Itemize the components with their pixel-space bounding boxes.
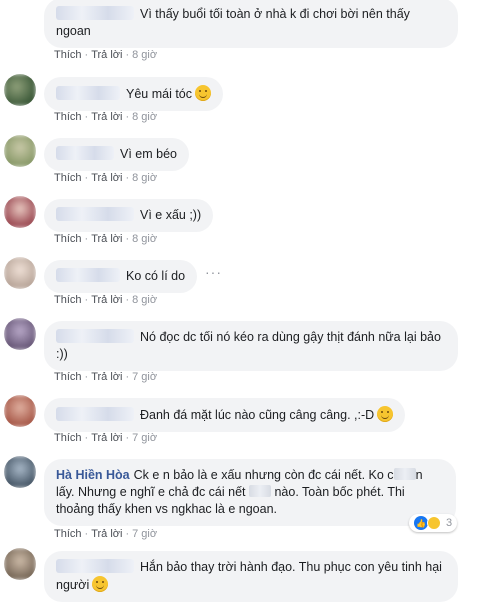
like-link[interactable]: Thích <box>54 111 82 123</box>
avatar[interactable] <box>4 548 36 580</box>
reply-link[interactable]: Trả lời <box>91 233 122 245</box>
avatar[interactable] <box>4 318 36 350</box>
redacted-word <box>249 485 271 497</box>
like-link[interactable]: Thích <box>54 49 82 61</box>
like-link[interactable]: Thích <box>54 432 82 444</box>
timestamp[interactable]: 8 giờ <box>132 294 157 306</box>
comment-bubble: Vì e xấu ;)) <box>44 199 214 232</box>
comment-actions: Thích · Trả lời · 8 giờ <box>54 49 158 61</box>
reply-link[interactable]: Trả lời <box>91 371 122 383</box>
reply-link[interactable]: Trả lời <box>91 294 122 306</box>
avatar[interactable] <box>4 196 36 228</box>
reply-link[interactable]: Trả lời <box>91 49 122 61</box>
timestamp[interactable]: 7 giờ <box>132 432 157 444</box>
timestamp[interactable]: 8 giờ <box>132 111 157 123</box>
timestamp[interactable]: 7 giờ <box>132 371 157 383</box>
comment-bubble: Ko có lí do <box>44 260 198 293</box>
comment-text: Vì em béo <box>120 147 177 161</box>
reply-link[interactable]: Trả lời <box>91 528 122 540</box>
author-name-blurred[interactable] <box>56 86 120 100</box>
timestamp[interactable]: 8 giờ <box>132 172 157 184</box>
avatar[interactable] <box>4 74 36 106</box>
author-name-blurred[interactable] <box>56 407 134 421</box>
comment-actions: Thích · Trả lời · 7 giờ <box>54 528 158 540</box>
comment-text: Vì e xấu ;)) <box>140 208 202 222</box>
comment-bubble: Nó đọc dc tối nó kéo ra dùng gậy thịt đá… <box>44 321 458 371</box>
comment-bubble: Hà Hiền Hòa Ck e n bảo là e xấu nhưng còn… <box>44 459 456 526</box>
comment-bubble: Vì thấy buổi tối toàn ở nhà k đi chơi bờ… <box>44 0 458 48</box>
redacted-word <box>393 468 416 480</box>
comment-bubble: Hắn bảo thay trời hành đạo. Thu phục con… <box>44 551 458 602</box>
comment-actions: Thích · Trả lời · 8 giờ <box>54 294 158 306</box>
like-link[interactable]: Thích <box>54 294 82 306</box>
comment-actions: Thích · Trả lời · 8 giờ <box>54 111 158 123</box>
comment-text: Đanh đá mặt lúc nào cũng câng câng. ,:-D <box>140 408 375 422</box>
haha-reaction-icon <box>427 516 441 530</box>
like-reaction-icon: 👍 <box>414 516 428 530</box>
comment-text: Ko có lí do <box>126 269 186 283</box>
reaction-count: 3 <box>446 517 453 529</box>
author-name-blurred[interactable] <box>56 559 134 573</box>
author-name-blurred[interactable] <box>56 329 134 343</box>
avatar[interactable] <box>4 135 36 167</box>
reply-link[interactable]: Trả lời <box>91 111 122 123</box>
smile-emoji-icon <box>195 85 212 101</box>
author-name-blurred[interactable] <box>56 146 114 160</box>
comment-bubble: Đanh đá mặt lúc nào cũng câng câng. ,:-D <box>44 398 406 432</box>
avatar[interactable] <box>4 456 36 488</box>
comment-bubble: Yêu mái tóc <box>44 77 224 111</box>
smile-emoji-icon <box>377 406 394 422</box>
like-link[interactable]: Thích <box>54 371 82 383</box>
more-options-icon[interactable]: ··· <box>205 264 222 280</box>
author-name-blurred[interactable] <box>56 6 134 20</box>
comment-text: Yêu mái tóc <box>126 87 193 101</box>
avatar[interactable] <box>4 257 36 289</box>
reaction-summary[interactable]: 👍 3 <box>409 514 458 532</box>
avatar[interactable] <box>4 395 36 427</box>
like-link[interactable]: Thích <box>54 172 82 184</box>
timestamp[interactable]: 8 giờ <box>132 233 157 245</box>
timestamp[interactable]: 7 giờ <box>132 528 157 540</box>
author-name-blurred[interactable] <box>56 207 134 221</box>
reply-link[interactable]: Trả lời <box>91 172 122 184</box>
like-link[interactable]: Thích <box>54 233 82 245</box>
comment-actions: Thích · Trả lời · 7 giờ <box>54 432 158 444</box>
author-name-blurred[interactable] <box>56 268 120 282</box>
timestamp[interactable]: 8 giờ <box>132 49 157 61</box>
reply-link[interactable]: Trả lời <box>91 432 122 444</box>
comment-text: Ck e n bảo là e xấu nhưng còn đc cái nết… <box>133 468 394 482</box>
comment-bubble: Vì em béo <box>44 138 189 171</box>
like-link[interactable]: Thích <box>54 528 82 540</box>
meh-emoji-icon <box>92 576 109 592</box>
comment-actions: Thích · Trả lời · 8 giờ <box>54 172 158 184</box>
comment-actions: Thích · Trả lời · 7 giờ <box>54 371 158 383</box>
author-name[interactable]: Hà Hiền Hòa <box>56 468 130 482</box>
comment-actions: Thích · Trả lời · 8 giờ <box>54 233 158 245</box>
